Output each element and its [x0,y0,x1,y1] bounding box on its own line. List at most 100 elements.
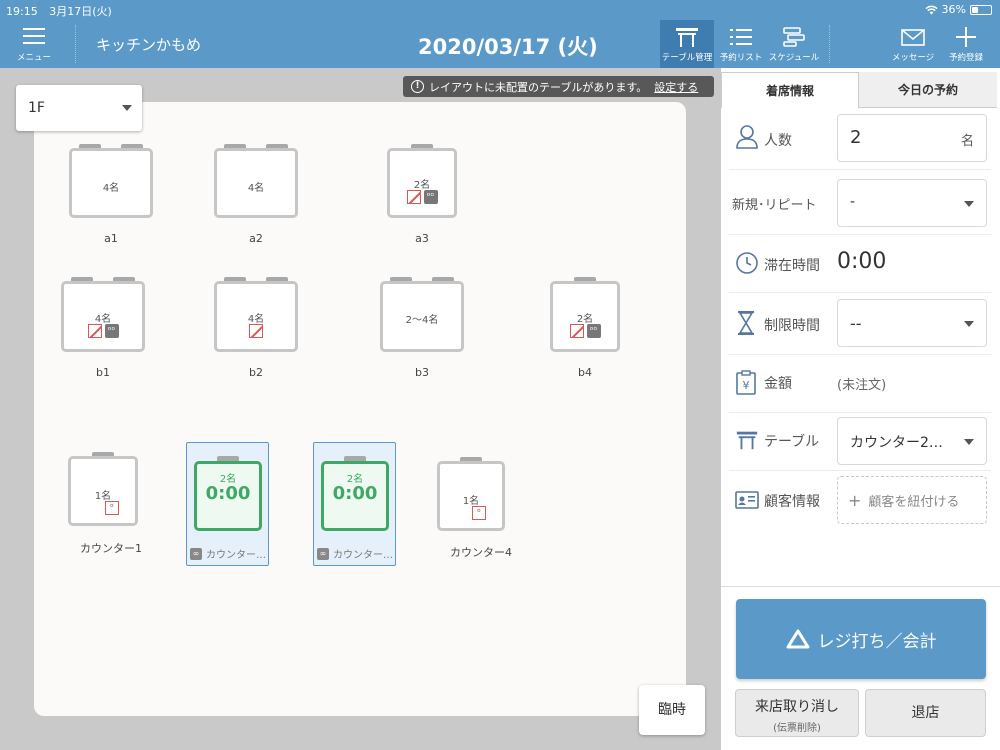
table-select[interactable]: カウンター2… [837,417,987,465]
stay-time-row: 滞在時間 0:00 [729,235,991,293]
guests-input[interactable]: 2 名 [837,114,987,162]
table-counter-3[interactable]: 2名 0:00 ∞ カウンター… [313,442,396,566]
messages-label: メッセージ [891,53,935,63]
no-smoking-icon [569,324,584,338]
table-capacity: 2名 [576,314,594,325]
chevron-down-icon [964,201,974,207]
id-card-icon [735,491,759,509]
link-icon: ∞ [317,547,329,560]
header-divider [829,25,830,63]
table-capacity: 4名 [102,183,120,194]
chevron-down-icon [964,321,974,327]
table-name: b3 [415,366,429,379]
table-counter-1[interactable]: 1名 ᵒ カウンター1 [68,452,142,556]
unplaced-tables-notice: ! レイアウトに未配置のテーブルがあります。 設定する [403,76,714,97]
link-customer-label: 顧客を紐付ける [868,495,960,510]
new-reservation-label: 予約登録 [948,53,983,63]
table-name: a3 [415,232,429,245]
visit-type-row: 新規･リピート - [729,170,991,235]
visit-type-label: 新規･リピート [732,198,817,213]
table-a1[interactable]: 4名 a1 [69,144,153,245]
link-customer-button[interactable]: + 顧客を紐付ける [837,476,987,524]
table-row: テーブル カウンター2… [729,413,991,471]
table-label: テーブル [764,434,820,450]
notice-text: レイアウトに未配置のテーブルがあります。 [429,80,648,94]
table-counter-2[interactable]: 2名 0:00 ∞ カウンター… [186,442,269,566]
table-name: b2 [249,366,263,379]
table-name: b1 [96,366,110,379]
guests-unit: 名 [960,134,974,149]
messages-button[interactable]: メッセージ [888,20,938,68]
tab-seating-info[interactable]: 着席情報 [721,72,859,108]
svg-text:¥: ¥ [743,379,750,392]
notice-settings-link[interactable]: 設定する [654,79,698,95]
table-name: a2 [249,232,263,245]
schedule-icon [783,27,805,47]
battery-percent: 36% [941,3,966,16]
table-a2[interactable]: 4名 a2 [214,144,298,245]
table-name: a1 [104,232,118,245]
amount-row: ¥ 金額 (未注文) [729,355,991,413]
receipt-icon: ¥ [736,370,756,395]
header-divider [75,25,76,63]
tab-today-reservations[interactable]: 今日の予約 [859,72,997,108]
link-customer-text: + 顧客を紐付ける [848,491,959,510]
guests-label: 人数 [764,133,792,149]
table-name: カウンター… [206,550,266,561]
table-capacity: 4名 [247,183,265,194]
customer-row: 顧客情報 + 顧客を紐付ける [729,471,991,529]
elapsed-time: 0:00 [205,483,251,504]
cancel-visit-button[interactable]: 来店取り消し (伝票削除) [735,689,859,737]
table-name: カウンター1 [80,542,142,555]
table-icon [736,431,758,450]
status-time: 19:15 [6,5,38,18]
hamburger-icon [23,28,45,44]
plus-icon [956,27,976,47]
guests-value: 2 [850,127,862,148]
plus-icon: + [848,491,862,510]
date-title[interactable]: 2020/03/17 (火) [418,31,598,61]
clock-icon [736,252,758,274]
tab-schedule[interactable]: スケジュール [768,20,820,68]
hourglass-icon [738,311,754,335]
table-capacity: 2〜4名 [405,315,439,326]
shoes-on-icon: ᵒ [105,501,119,515]
info-icon: ! [411,80,424,93]
menu-button[interactable]: メニュー [8,20,60,68]
register-checkout-button[interactable]: レジ打ち／会計 [736,599,986,679]
visit-type-select[interactable]: - [837,179,987,227]
shop-name: キッチンかもめ [96,36,202,54]
triangle-icon [786,629,809,649]
visit-type-value: - [850,194,856,210]
link-icon: ∞ [190,547,202,560]
shoes-off-icon: ᵒᵒ [104,324,119,338]
table-b3[interactable]: 2〜4名 b3 [380,277,464,381]
table-name: カウンター… [333,550,393,561]
register-checkout-label: レジ打ち／会計 [817,631,937,652]
leave-button[interactable]: 退店 [865,689,986,737]
table-name: b4 [578,366,592,379]
tab-label: テーブル管理 [661,53,713,63]
temporary-table-button[interactable]: 臨時 [639,685,705,735]
limit-time-select[interactable]: -- [837,299,987,347]
amount-value: (未注文) [837,378,887,393]
floor-select[interactable]: 1F [16,85,142,131]
tab-reservation-list[interactable]: 予約リスト [716,20,766,68]
cancel-visit-label: 来店取り消し [755,699,839,715]
customer-label: 顧客情報 [764,494,820,510]
table-counter-4[interactable]: 1名 ᵒ カウンター4 [437,457,512,561]
new-reservation-button[interactable]: 予約登録 [942,20,990,68]
table-b4[interactable]: 2名 ᵒᵒ b4 [550,277,620,381]
envelope-icon [901,29,925,46]
no-smoking-icon [406,190,421,204]
table-a3[interactable]: 2名 ᵒᵒ a3 [387,144,457,245]
panel-divider [721,586,1000,587]
limit-time-row: 制限時間 -- [729,293,991,355]
battery-icon [970,4,992,15]
cancel-visit-sub: (伝票削除) [773,723,821,734]
table-value: カウンター2… [850,435,943,451]
table-b2[interactable]: 4名 b2 [214,277,298,381]
table-b1[interactable]: 4名 ᵒᵒ b1 [61,277,145,381]
table-capacity: 4名 [247,314,265,325]
tab-table-management[interactable]: テーブル管理 [660,20,714,68]
